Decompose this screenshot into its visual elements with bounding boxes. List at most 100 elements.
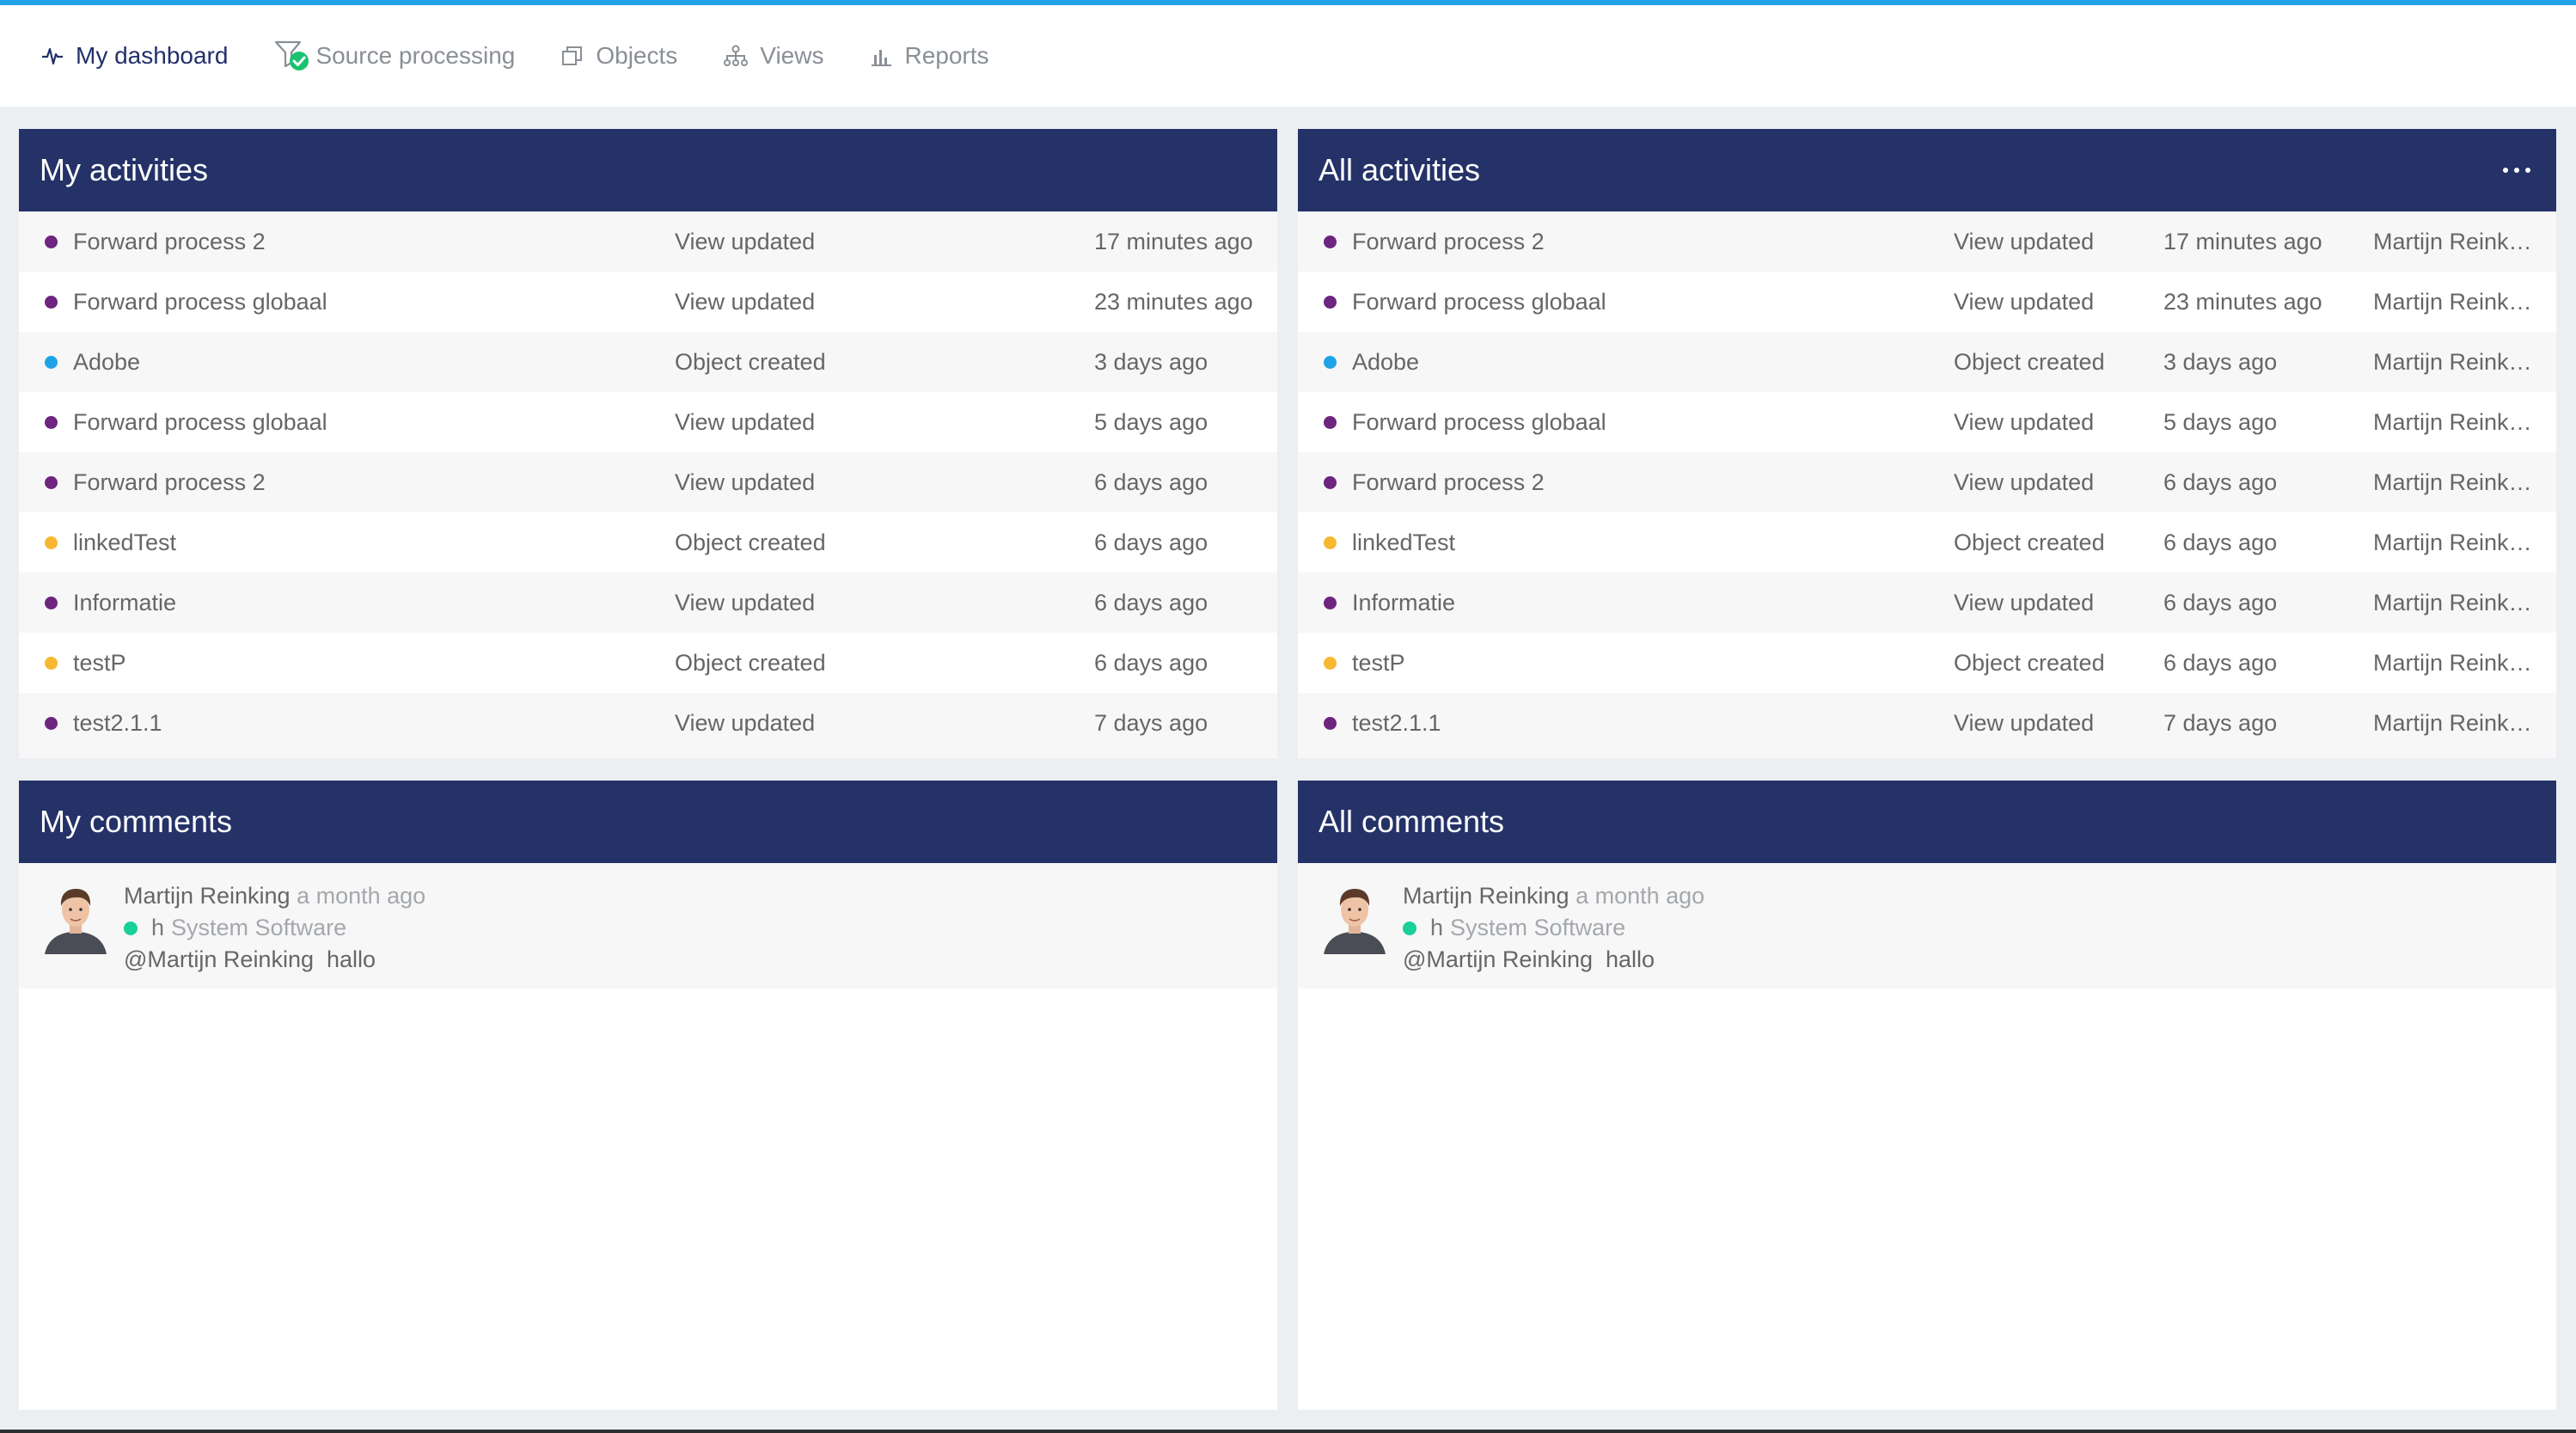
panel-title: All activities — [1319, 152, 1481, 187]
activity-action: View updated — [675, 709, 816, 736]
activity-action: View updated — [675, 468, 816, 495]
activity-type-dot-icon — [1324, 475, 1337, 489]
activity-name[interactable]: test2.1.1 — [1352, 710, 1954, 737]
activity-row[interactable]: Forward process globaal View updated 5 day… — [19, 392, 1277, 452]
activity-time: 23 minutes ago — [1094, 288, 1253, 315]
activity-user[interactable]: Martijn Reinking — [2373, 469, 2532, 496]
activity-row[interactable]: Informatie View updated 6 days ago Martijn … — [1298, 573, 2556, 633]
activity-row[interactable]: test2.1.1 View updated 7 days ago Martijn R… — [1298, 693, 2556, 753]
all-comments-panel: All comments Martijn Reinking a month ag… — [1298, 781, 2556, 1410]
comment-context-prefix: h — [1430, 915, 1444, 940]
activity-name[interactable]: Forward process globaal — [73, 289, 675, 315]
activity-user[interactable]: Martijn Reinking — [2373, 289, 2532, 315]
activity-name[interactable]: linkedTest — [73, 530, 675, 556]
activity-user[interactable]: Martijn Reinking — [2373, 409, 2532, 436]
activity-time: 5 days ago — [1094, 408, 1208, 435]
comment-text: @Martijn Reinking hallo — [124, 946, 376, 972]
context-dot-icon — [1403, 921, 1416, 935]
activity-name[interactable]: Forward process globaal — [1352, 289, 1954, 315]
activity-row[interactable]: Forward process globaal View updated 23 mi… — [1298, 272, 2556, 332]
activity-row[interactable]: Adobe Object created 3 days ago Martijn Rei… — [1298, 332, 2556, 392]
my-activities-header: My activities — [19, 129, 1277, 211]
activity-type-dot-icon — [45, 295, 58, 309]
context-dot-icon — [124, 921, 138, 935]
activity-name[interactable]: testP — [1352, 650, 1954, 677]
activity-action: View updated — [675, 589, 816, 615]
nav-views[interactable]: Views — [724, 42, 823, 70]
activity-type-dot-icon — [45, 235, 58, 248]
activity-name[interactable]: Forward process 2 — [73, 469, 675, 496]
activity-row[interactable]: testP Object created 6 days ago Martijn Rei… — [1298, 633, 2556, 693]
activity-name[interactable]: testP — [73, 650, 675, 677]
nav-my-dashboard[interactable]: My dashboard — [41, 42, 228, 70]
activity-time: 6 days ago — [2163, 468, 2278, 495]
activity-action: View updated — [675, 228, 816, 254]
activity-time: 7 days ago — [2163, 709, 2278, 736]
activity-row[interactable]: Forward process 2 View updated 6 days ago — [19, 452, 1277, 512]
activity-time: 3 days ago — [1094, 348, 1208, 375]
activity-time: 6 days ago — [1094, 468, 1208, 495]
bottom-edge — [0, 1430, 2576, 1433]
activity-row[interactable]: Adobe Object created 3 days ago — [19, 332, 1277, 392]
activity-name[interactable]: Informatie — [1352, 590, 1954, 616]
activity-row[interactable]: test2.1.1 View updated 7 days ago — [19, 693, 1277, 753]
activity-user[interactable]: Martijn Reinking — [2373, 229, 2532, 255]
activity-name[interactable]: Forward process globaal — [1352, 409, 1954, 436]
activity-time: 6 days ago — [1094, 589, 1208, 615]
nav-label: My dashboard — [76, 42, 229, 69]
comment-item[interactable]: Martijn Reinking a month ago h System Sof… — [1298, 863, 2556, 989]
activity-time: 6 days ago — [2163, 649, 2278, 676]
activity-row[interactable]: Forward process 2 View updated 17 minutes … — [1298, 211, 2556, 272]
all-comments-header: All comments — [1298, 781, 2556, 863]
activity-name[interactable]: Adobe — [1352, 349, 1954, 376]
comment-author[interactable]: Martijn Reinking — [1403, 883, 1569, 909]
activity-name[interactable]: linkedTest — [1352, 530, 1954, 556]
activity-row[interactable]: Forward process 2 View updated 6 days ago M… — [1298, 452, 2556, 512]
comment-time: a month ago — [1576, 883, 1705, 909]
activity-row[interactable]: linkedTest Object created 6 days ago Martij… — [1298, 512, 2556, 573]
more-options-icon[interactable] — [2498, 159, 2536, 181]
activity-name[interactable]: Forward process 2 — [73, 229, 675, 255]
activity-user[interactable]: Martijn Reinking — [2373, 590, 2532, 616]
comment-author[interactable]: Martijn Reinking — [124, 883, 291, 909]
nav-source-processing[interactable]: Source processing — [274, 39, 515, 73]
activity-name[interactable]: test2.1.1 — [73, 710, 675, 737]
comment-context[interactable]: System Software — [171, 912, 346, 944]
activity-name[interactable]: Informatie — [73, 590, 675, 616]
activity-type-dot-icon — [1324, 656, 1337, 670]
activity-type-dot-icon — [1324, 716, 1337, 730]
activity-action: View updated — [675, 288, 816, 315]
my-comments-header: My comments — [19, 781, 1277, 863]
activity-time: 6 days ago — [1094, 649, 1208, 676]
activity-action: View updated — [1954, 228, 2095, 254]
activity-row[interactable]: testP Object created 6 days ago — [19, 633, 1277, 693]
avatar — [1320, 880, 1389, 954]
activity-type-dot-icon — [45, 596, 58, 609]
activity-name[interactable]: Forward process 2 — [1352, 469, 1954, 496]
panel-title: My activities — [40, 152, 209, 187]
activity-user[interactable]: Martijn Reinking — [2373, 349, 2532, 376]
comment-context[interactable]: System Software — [1450, 912, 1625, 944]
activity-name[interactable]: Forward process 2 — [1352, 229, 1954, 255]
activity-row[interactable]: Forward process 2 View updated 17 minutes … — [19, 211, 1277, 272]
activity-row[interactable]: Informatie View updated 6 days ago — [19, 573, 1277, 633]
comment-text: @Martijn Reinking hallo — [1403, 946, 1655, 972]
activity-type-dot-icon — [45, 355, 58, 369]
activity-name[interactable]: Forward process globaal — [73, 409, 675, 436]
activity-user[interactable]: Martijn Reinking — [2373, 710, 2532, 737]
activity-type-dot-icon — [1324, 536, 1337, 549]
comment-item[interactable]: Martijn Reinking a month ago h System Sof… — [19, 863, 1277, 989]
nav-reports[interactable]: Reports — [870, 42, 989, 70]
activity-row[interactable]: linkedTest Object created 6 days ago — [19, 512, 1277, 573]
my-comments-panel: My comments Martijn Reinking a month ago… — [19, 781, 1277, 1410]
activity-action: Object created — [1954, 348, 2105, 375]
nav-label: Source processing — [315, 42, 516, 69]
activity-row[interactable]: Forward process globaal View updated 5 day… — [1298, 392, 2556, 452]
activity-name[interactable]: Adobe — [73, 349, 675, 376]
activity-user[interactable]: Martijn Reinking — [2373, 650, 2532, 677]
activity-row[interactable]: Forward process globaal View updated 23 mi… — [19, 272, 1277, 332]
activity-action: View updated — [1954, 589, 2095, 615]
activity-user[interactable]: Martijn Reinking — [2373, 530, 2532, 556]
activity-time: 5 days ago — [2163, 408, 2278, 435]
nav-objects[interactable]: Objects — [561, 42, 677, 70]
